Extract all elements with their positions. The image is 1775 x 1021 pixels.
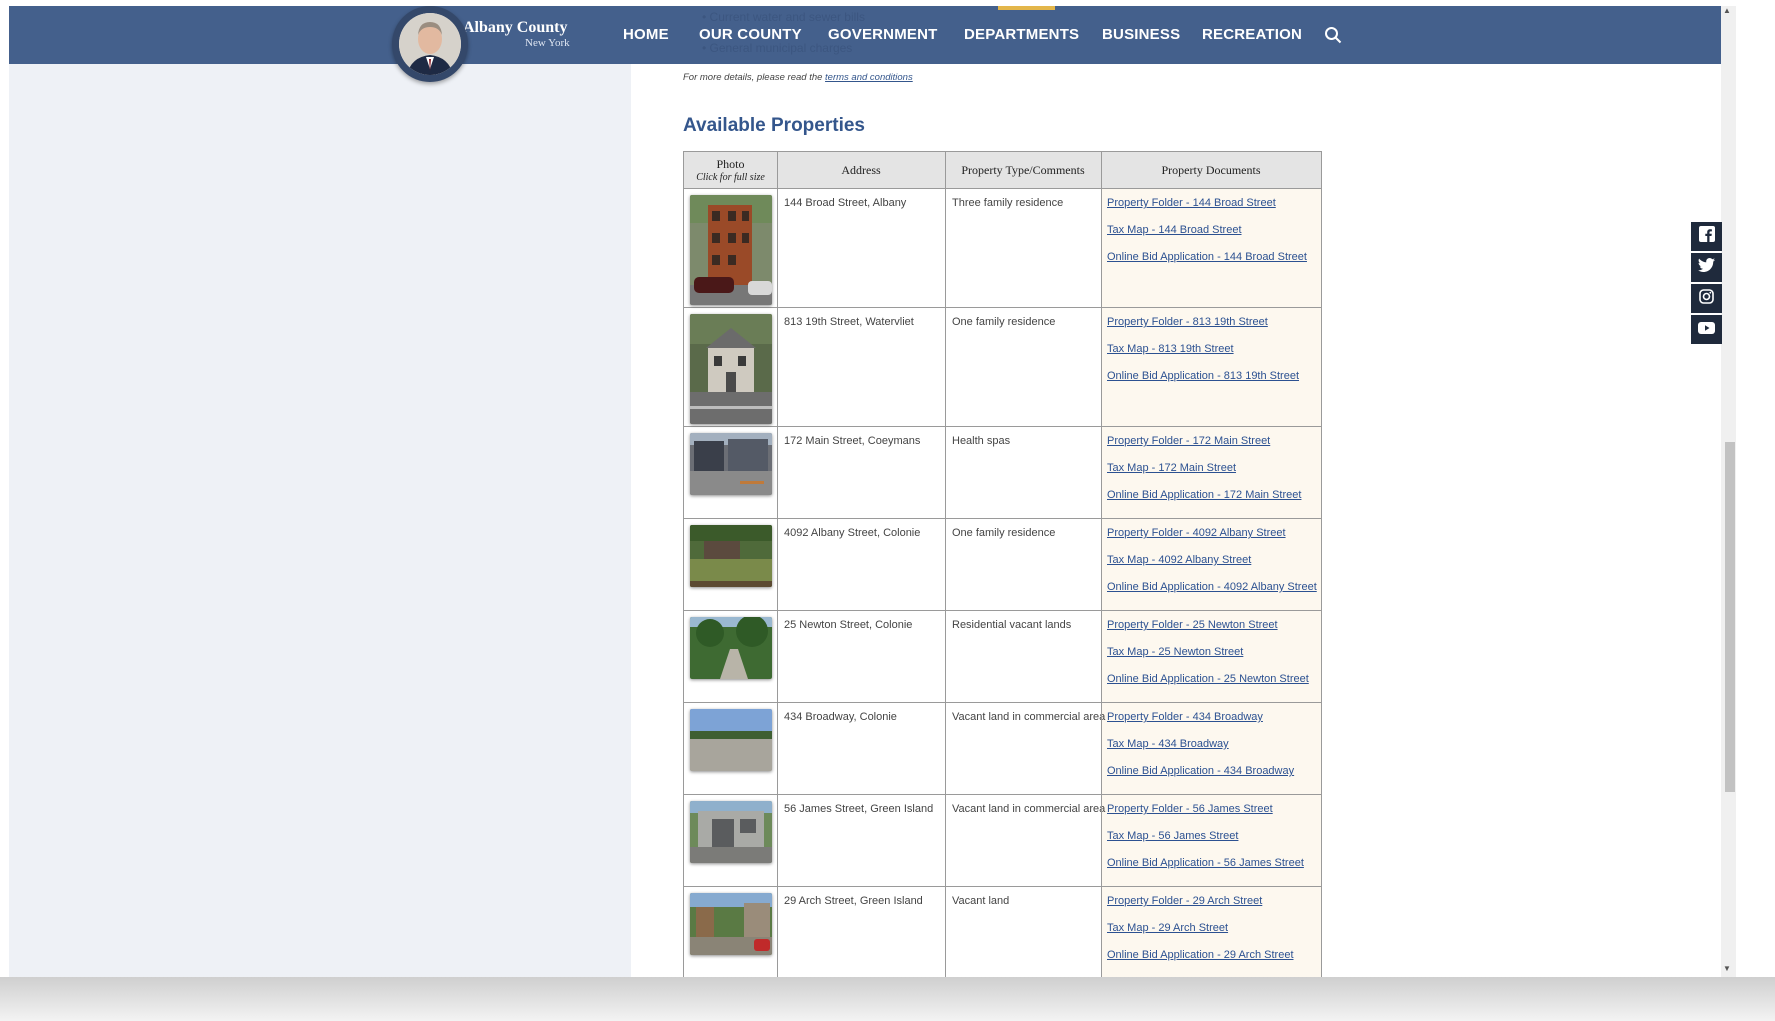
tax-map-link[interactable]: Tax Map - 434 Broadway bbox=[1107, 738, 1229, 750]
table-row: 4092 Albany Street, Colonie One family r… bbox=[684, 519, 1321, 611]
property-photo-thumbnail[interactable] bbox=[690, 893, 772, 955]
table-row: 172 Main Street, Coeymans Health spas Pr… bbox=[684, 427, 1321, 519]
property-photo-thumbnail[interactable] bbox=[690, 709, 772, 771]
table-row: 144 Broad Street, Albany Three family re… bbox=[684, 189, 1321, 308]
address-cell: 172 Main Street, Coeymans bbox=[784, 435, 921, 447]
nav-departments[interactable]: DEPARTMENTS bbox=[964, 6, 1079, 64]
brand-subtitle: New York bbox=[525, 37, 570, 49]
table-row: 813 19th Street, Watervliet One family r… bbox=[684, 308, 1321, 427]
type-cell: Vacant land in commercial area bbox=[952, 803, 1106, 815]
county-logo[interactable] bbox=[392, 6, 468, 82]
twitter-icon bbox=[1698, 258, 1715, 277]
youtube-button[interactable] bbox=[1691, 315, 1722, 344]
property-folder-link[interactable]: Property Folder - 25 Newton Street bbox=[1107, 619, 1278, 631]
online-bid-application-link[interactable]: Online Bid Application - 813 19th Street bbox=[1107, 370, 1299, 382]
property-folder-link[interactable]: Property Folder - 434 Broadway bbox=[1107, 711, 1263, 723]
online-bid-application-link[interactable]: Online Bid Application - 144 Broad Stree… bbox=[1107, 251, 1307, 263]
property-photo-thumbnail[interactable] bbox=[690, 314, 772, 424]
property-folder-link[interactable]: Property Folder - 144 Broad Street bbox=[1107, 197, 1276, 209]
header-photo: Photo Click for full size bbox=[684, 152, 777, 188]
type-cell: Vacant land bbox=[952, 895, 1010, 907]
nav-business[interactable]: BUSINESS bbox=[1102, 6, 1180, 64]
nav-recreation[interactable]: RECREATION bbox=[1202, 6, 1302, 64]
window-bottom-edge bbox=[0, 977, 1775, 1021]
nav-home[interactable]: HOME bbox=[623, 6, 669, 64]
property-folder-link[interactable]: Property Folder - 172 Main Street bbox=[1107, 435, 1270, 447]
terms-and-conditions-link[interactable]: terms and conditions bbox=[825, 72, 913, 83]
column-divider bbox=[777, 152, 778, 977]
table-header-row: Photo Click for full size Address Proper… bbox=[684, 152, 1321, 189]
header-photo-sublabel: Click for full size bbox=[696, 172, 765, 183]
properties-table: Photo Click for full size Address Proper… bbox=[683, 151, 1322, 977]
type-cell: Residential vacant lands bbox=[952, 619, 1072, 631]
tax-map-link[interactable]: Tax Map - 813 19th Street bbox=[1107, 343, 1234, 355]
type-cell: One family residence bbox=[952, 316, 1056, 328]
header-documents: Property Documents bbox=[1161, 162, 1261, 177]
type-cell: Vacant land in commercial area bbox=[952, 711, 1106, 723]
tax-map-link[interactable]: Tax Map - 25 Newton Street bbox=[1107, 646, 1243, 658]
address-cell: 813 19th Street, Watervliet bbox=[784, 316, 914, 328]
address-cell: 434 Broadway, Colonie bbox=[784, 711, 897, 723]
instagram-button[interactable] bbox=[1691, 284, 1722, 313]
address-cell: 56 James Street, Green Island bbox=[784, 803, 934, 815]
property-folder-link[interactable]: Property Folder - 813 19th Street bbox=[1107, 316, 1268, 328]
tax-map-link[interactable]: Tax Map - 4092 Albany Street bbox=[1107, 554, 1251, 566]
address-cell: 4092 Albany Street, Colonie bbox=[784, 527, 921, 539]
nav-our-county[interactable]: OUR COUNTY bbox=[699, 6, 802, 64]
online-bid-application-link[interactable]: Online Bid Application - 29 Arch Street bbox=[1107, 949, 1294, 961]
online-bid-application-link[interactable]: Online Bid Application - 56 James Street bbox=[1107, 857, 1304, 869]
search-icon[interactable] bbox=[1324, 26, 1342, 49]
property-photo-thumbnail[interactable] bbox=[690, 617, 772, 679]
address-cell: 25 Newton Street, Colonie bbox=[784, 619, 913, 631]
scroll-down-arrow-icon[interactable]: ▼ bbox=[1723, 964, 1731, 973]
youtube-icon bbox=[1698, 321, 1715, 339]
brand-title[interactable]: Albany County bbox=[463, 19, 567, 37]
property-photo-thumbnail[interactable] bbox=[690, 195, 772, 305]
table-row: 434 Broadway, Colonie Vacant land in com… bbox=[684, 703, 1321, 795]
section-title: Available Properties bbox=[683, 115, 865, 136]
scrollbar-thumb[interactable] bbox=[1725, 442, 1735, 792]
nav-government[interactable]: GOVERNMENT bbox=[828, 6, 938, 64]
table-row: 25 Newton Street, Colonie Residential va… bbox=[684, 611, 1321, 703]
table-row: 56 James Street, Green Island Vacant lan… bbox=[684, 795, 1321, 887]
header-type: Property Type/Comments bbox=[961, 162, 1085, 177]
facebook-button[interactable] bbox=[1691, 222, 1722, 251]
online-bid-application-link[interactable]: Online Bid Application - 25 Newton Stree… bbox=[1107, 673, 1309, 685]
property-folder-link[interactable]: Property Folder - 4092 Albany Street bbox=[1107, 527, 1286, 539]
type-cell: One family residence bbox=[952, 527, 1056, 539]
online-bid-application-link[interactable]: Online Bid Application - 172 Main Street bbox=[1107, 489, 1301, 501]
column-divider bbox=[1101, 152, 1102, 977]
active-nav-indicator bbox=[998, 6, 1055, 10]
property-folder-link[interactable]: Property Folder - 56 James Street bbox=[1107, 803, 1273, 815]
property-photo-thumbnail[interactable] bbox=[690, 433, 772, 495]
instagram-icon bbox=[1699, 288, 1714, 309]
type-cell: Three family residence bbox=[952, 197, 1064, 209]
property-photo-thumbnail[interactable] bbox=[690, 801, 772, 863]
header-address: Address bbox=[841, 162, 881, 177]
county-executive-photo bbox=[399, 13, 461, 75]
online-bid-application-link[interactable]: Online Bid Application - 434 Broadway bbox=[1107, 765, 1294, 777]
details-note: For more details, please read the terms … bbox=[683, 72, 913, 83]
tax-map-link[interactable]: Tax Map - 144 Broad Street bbox=[1107, 224, 1242, 236]
header-photo-label: Photo bbox=[716, 157, 745, 171]
type-cell: Health spas bbox=[952, 435, 1011, 447]
facebook-icon bbox=[1698, 226, 1715, 247]
tax-map-link[interactable]: Tax Map - 172 Main Street bbox=[1107, 462, 1236, 474]
column-divider bbox=[945, 152, 946, 977]
property-photo-thumbnail[interactable] bbox=[690, 525, 772, 587]
address-cell: 29 Arch Street, Green Island bbox=[784, 895, 923, 907]
scroll-up-arrow-icon[interactable]: ▲ bbox=[1723, 6, 1731, 15]
left-sidebar-panel bbox=[9, 63, 631, 977]
property-folder-link[interactable]: Property Folder - 29 Arch Street bbox=[1107, 895, 1262, 907]
twitter-button[interactable] bbox=[1691, 253, 1722, 282]
table-row: 29 Arch Street, Green Island Vacant land… bbox=[684, 887, 1321, 977]
online-bid-application-link[interactable]: Online Bid Application - 4092 Albany Str… bbox=[1107, 581, 1317, 593]
tax-map-link[interactable]: Tax Map - 56 James Street bbox=[1107, 830, 1238, 842]
browser-viewport: Current water and sewer bills General mu… bbox=[9, 6, 1721, 977]
details-prefix: For more details, please read the bbox=[683, 72, 823, 83]
tax-map-link[interactable]: Tax Map - 29 Arch Street bbox=[1107, 922, 1228, 934]
address-cell: 144 Broad Street, Albany bbox=[784, 197, 907, 209]
